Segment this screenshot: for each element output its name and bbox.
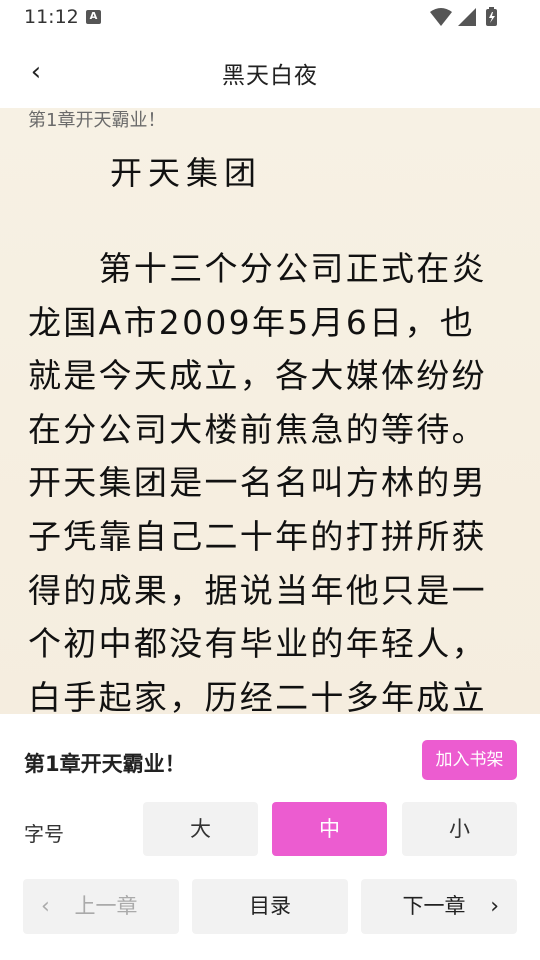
text-line: 龙国A市2009年5月6日，也 xyxy=(28,302,476,342)
text-line: 个初中都没有毕业的年轻人， xyxy=(28,624,487,664)
chevron-left-icon: ‹ xyxy=(30,57,42,87)
reader-settings-panel: 第1章开天霸业！ 加入书架 字号 大 中 小 ‹ 上一章 目录 下一章 › xyxy=(0,714,540,960)
chevron-left-icon: ‹ xyxy=(41,894,50,919)
font-size-label: 字号 xyxy=(24,822,64,846)
signal-icon xyxy=(458,8,476,26)
back-button[interactable]: ‹ xyxy=(18,54,54,90)
text-line: 开天集团是一名名叫方林的男 xyxy=(28,463,487,503)
status-icons xyxy=(430,7,497,26)
wifi-icon xyxy=(430,8,452,26)
font-size-large-button[interactable]: 大 xyxy=(143,802,258,856)
keyboard-badge-icon: A xyxy=(86,10,101,24)
text-line: 在分公司大楼前焦急的等待。 xyxy=(28,409,487,449)
prev-chapter-label: 上一章 xyxy=(74,894,138,918)
toc-label: 目录 xyxy=(249,894,291,918)
text-line: 子凭靠自己二十年的打拼所获 xyxy=(28,516,487,556)
status-time: 11:12 xyxy=(24,6,79,28)
reader-page[interactable]: 第1章开天霸业！ 开天集团 第十三个分公司正式在炎 龙国A市2009年5月6日，… xyxy=(0,108,540,714)
prev-chapter-button[interactable]: ‹ 上一章 xyxy=(23,879,179,934)
text-line: 就是今天成立，各大媒体纷纷 xyxy=(28,356,487,396)
book-title: 黑天白夜 xyxy=(222,63,318,89)
text-line: 第十三个分公司正式在炎 xyxy=(28,249,487,288)
font-size-small-button[interactable]: 小 xyxy=(402,802,517,856)
chapter-text: 第十三个分公司正式在炎 龙国A市2009年5月6日，也 就是今天成立，各大媒体纷… xyxy=(28,242,520,714)
font-size-medium-button[interactable]: 中 xyxy=(272,802,387,856)
text-line: 得的成果，据说当年他只是一 xyxy=(28,570,487,610)
chapter-label: 第1章开天霸业！ xyxy=(28,110,166,131)
top-bar: ‹ 黑天白夜 xyxy=(0,34,540,110)
text-line: 白手起家，历经二十多年成立 xyxy=(28,677,487,714)
chevron-right-icon: › xyxy=(490,894,499,919)
chapter-heading: 开天集团 xyxy=(110,154,263,192)
status-bar: 11:12 A xyxy=(0,0,540,34)
next-chapter-label: 下一章 xyxy=(402,894,466,918)
add-to-shelf-button[interactable]: 加入书架 xyxy=(422,740,517,780)
next-chapter-button[interactable]: 下一章 › xyxy=(361,879,517,934)
panel-chapter-title: 第1章开天霸业！ xyxy=(24,752,186,776)
toc-button[interactable]: 目录 xyxy=(192,879,348,934)
